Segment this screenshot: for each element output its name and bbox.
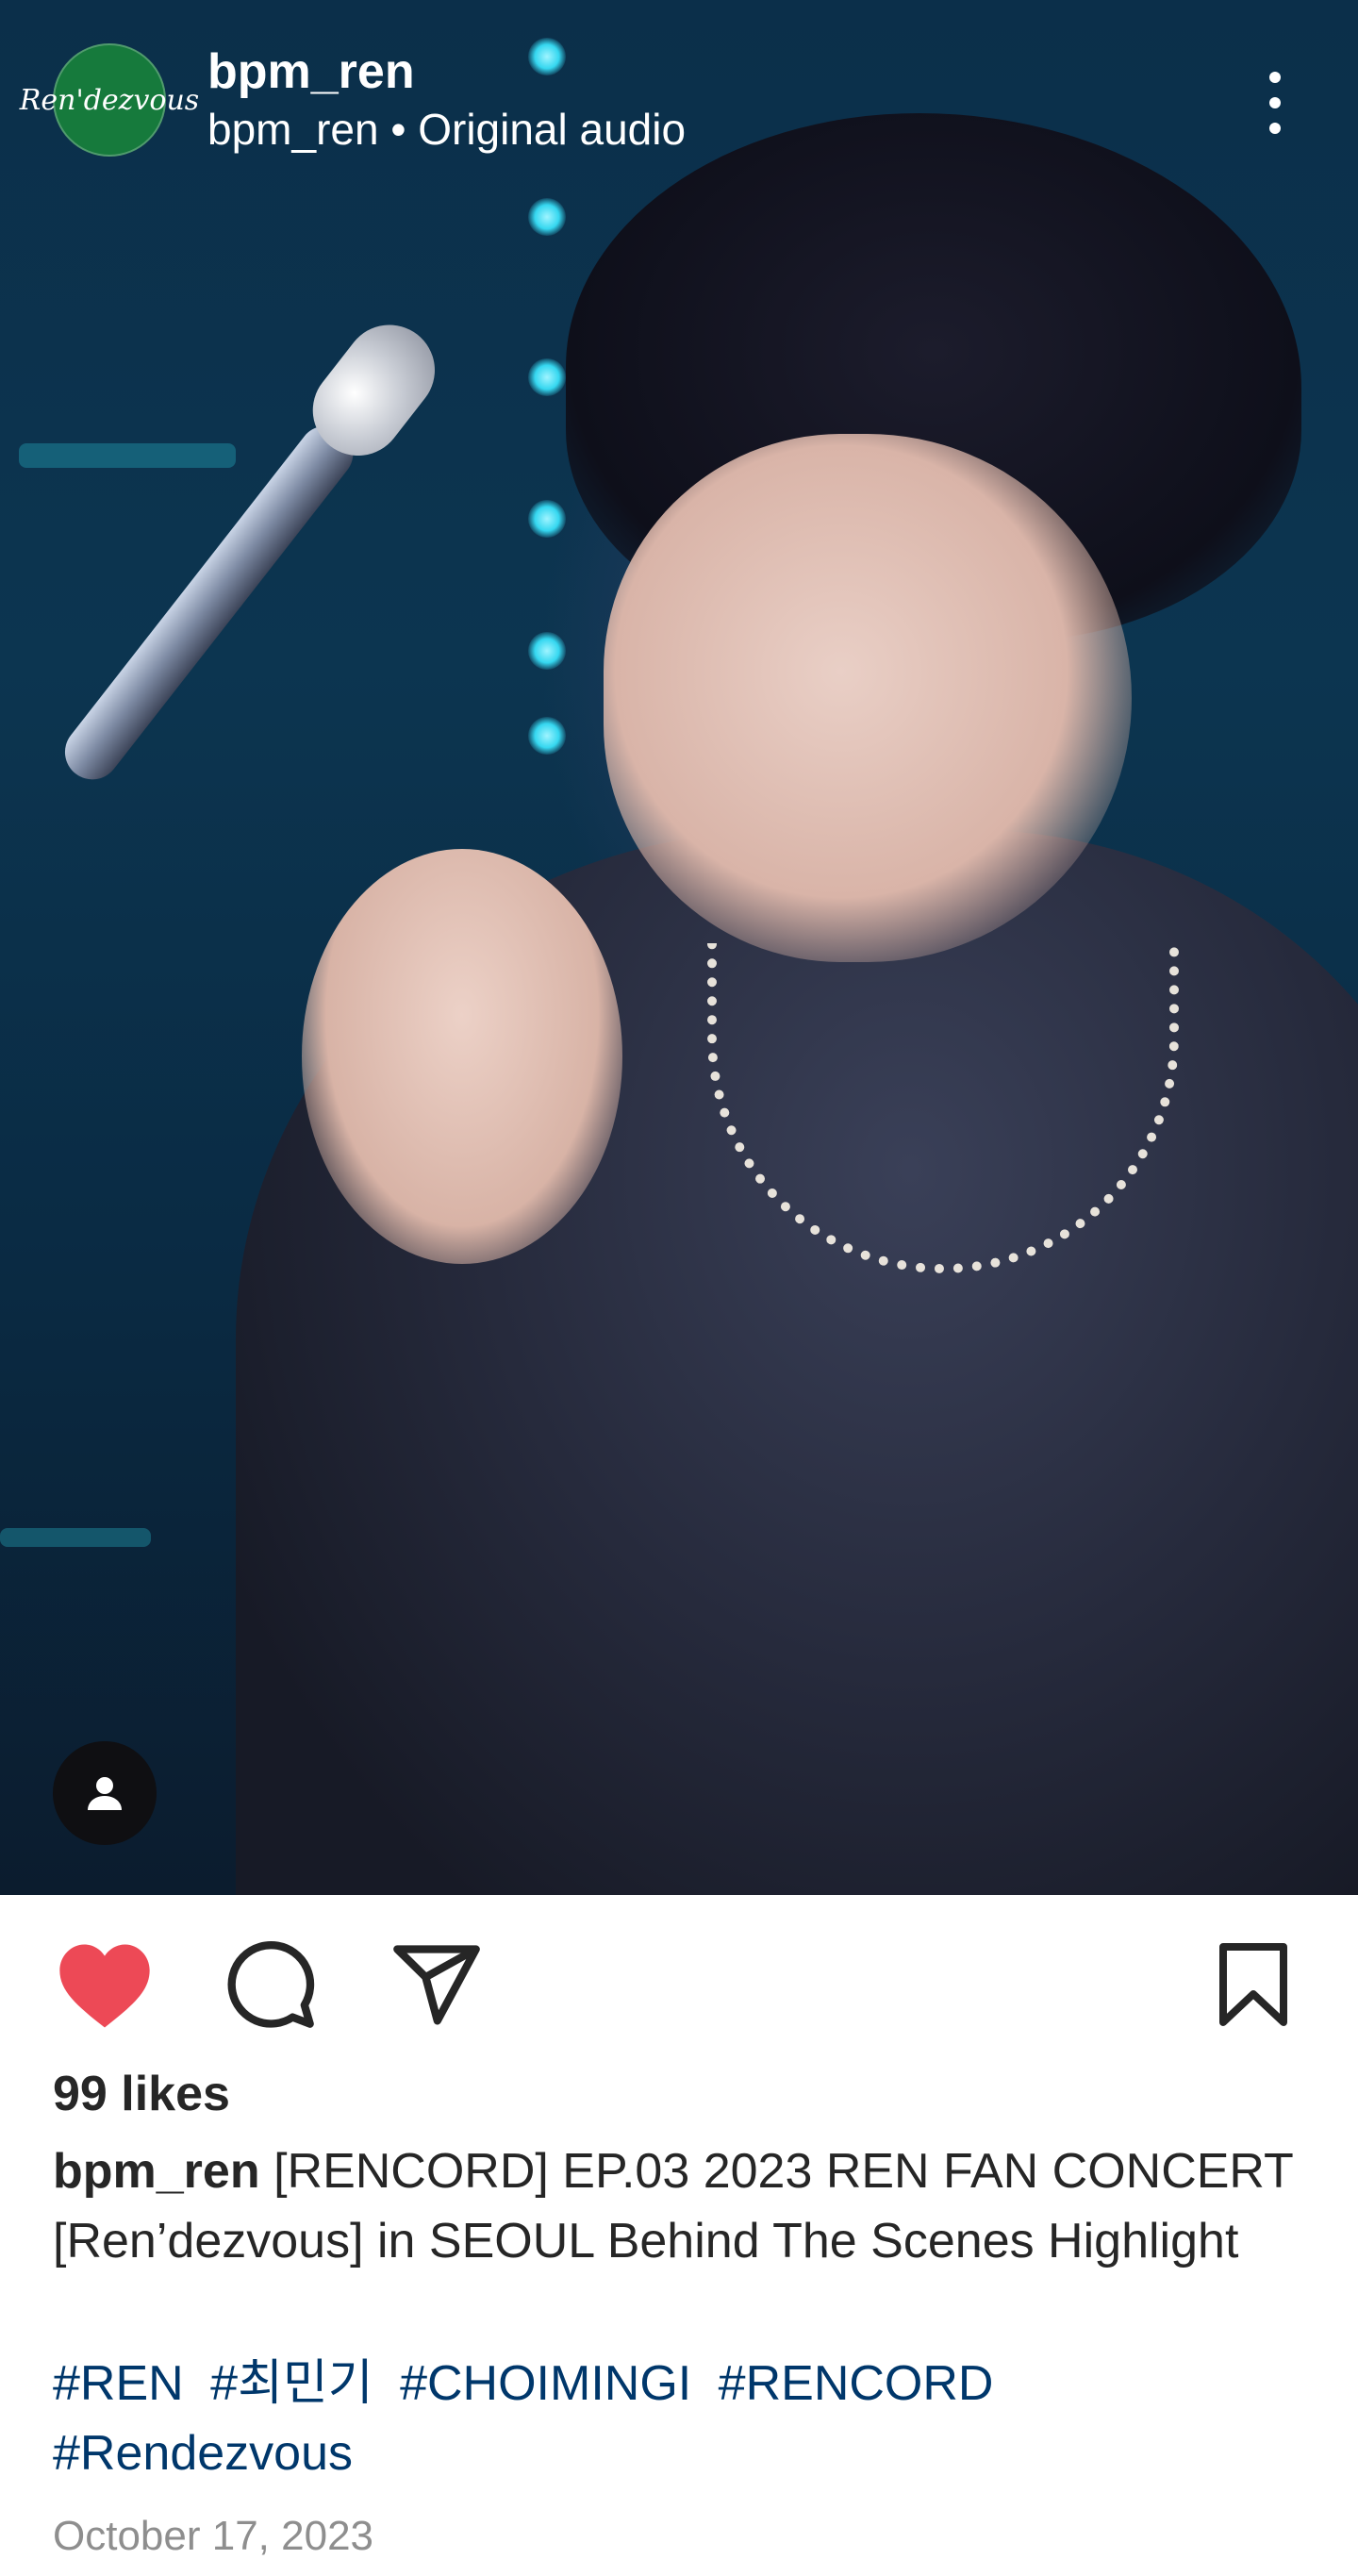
performer-face — [604, 434, 1132, 962]
hashtag-link[interactable]: #REN — [53, 2356, 184, 2411]
tag-people-button[interactable] — [53, 1741, 157, 1845]
performer-hand — [302, 849, 622, 1264]
likes-count[interactable]: 99 likes — [53, 2066, 230, 2122]
caption-username[interactable]: bpm_ren — [53, 2144, 260, 2199]
hashtag-link[interactable]: #Rendezvous — [53, 2426, 353, 2481]
comment-icon — [227, 1941, 315, 2028]
audio-attribution[interactable]: bpm_ren • Original audio — [207, 104, 686, 155]
save-button[interactable] — [1201, 1933, 1305, 2036]
hashtag-link[interactable]: #최민기 — [210, 2356, 373, 2411]
post-date: October 17, 2023 — [53, 2513, 374, 2559]
header-username[interactable]: bpm_ren — [207, 43, 415, 100]
heart-filled-icon — [59, 1944, 150, 2028]
avatar[interactable]: Ren'dezvous — [20, 43, 199, 157]
hashtag-list: #REN #최민기 #CHOIMINGI #RENCORD #Rendezvou… — [53, 2349, 1317, 2488]
post-caption: bpm_ren [RENCORD] EP.03 2023 REN FAN CON… — [53, 2136, 1317, 2276]
send-icon — [393, 1945, 480, 2025]
comment-button[interactable] — [219, 1933, 323, 2036]
person-icon — [88, 1777, 122, 1810]
like-button[interactable] — [53, 1933, 157, 2036]
action-bar — [0, 1895, 1358, 2065]
bookmark-icon — [1219, 1943, 1287, 2026]
avatar-logo-text: Ren'dezvous — [19, 83, 200, 117]
microphone — [5, 270, 478, 842]
hashtag-link[interactable]: #RENCORD — [719, 2356, 994, 2411]
stage-light-bar — [19, 443, 236, 468]
hashtag-link[interactable]: #CHOIMINGI — [400, 2356, 691, 2411]
more-vertical-icon[interactable] — [1245, 62, 1305, 143]
stage-light-bar — [0, 1528, 151, 1547]
post-media[interactable] — [0, 0, 1358, 1895]
post-header: Ren'dezvous bpm_ren bpm_ren • Original a… — [0, 0, 1358, 203]
share-button[interactable] — [385, 1933, 489, 2036]
